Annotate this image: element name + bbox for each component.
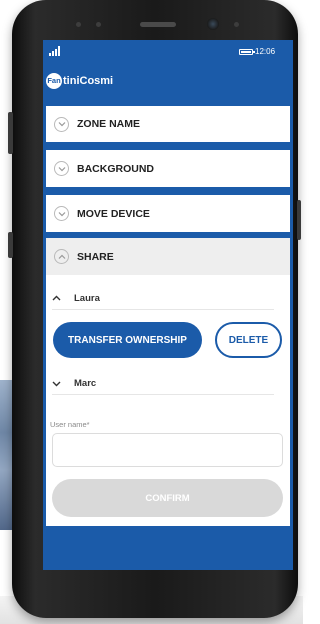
chevron-up-icon: [52, 295, 61, 300]
section-share[interactable]: SHARE: [46, 238, 290, 275]
phone-frame: 12:06 Fan tiniCosmi ZONE NAME BACKGROUND…: [12, 0, 298, 618]
confirm-button[interactable]: CONFIRM: [52, 479, 283, 517]
delete-button[interactable]: DELETE: [215, 322, 282, 358]
section-label: SHARE: [77, 250, 114, 263]
signal-icon: [49, 46, 60, 56]
app-screen: 12:06 Fan tiniCosmi ZONE NAME BACKGROUND…: [43, 40, 293, 570]
shared-user-row[interactable]: Laura: [52, 287, 274, 310]
chevron-down-icon: [52, 381, 61, 386]
section-zone-name[interactable]: ZONE NAME: [46, 106, 290, 142]
section-label: ZONE NAME: [77, 118, 140, 130]
logo-mark: Fan: [46, 72, 62, 89]
sensor-dot: [234, 22, 239, 27]
volume-button: [8, 112, 13, 154]
user-name-label: User name*: [50, 420, 90, 429]
section-move-device[interactable]: MOVE DEVICE: [46, 195, 290, 232]
chevron-down-icon: [54, 206, 69, 221]
section-label: MOVE DEVICE: [77, 207, 150, 220]
front-camera: [207, 18, 219, 30]
brand-logo: Fan tiniCosmi: [46, 72, 113, 89]
user-name-field[interactable]: [52, 433, 283, 467]
shared-user-name: Marc: [74, 377, 97, 389]
status-time: 12:06: [255, 47, 276, 56]
logo-text: tiniCosmi: [63, 74, 114, 87]
phone-bottom-bezel: [12, 570, 298, 618]
section-label: BACKGROUND: [77, 162, 154, 175]
chevron-up-icon: [54, 249, 69, 264]
power-button: [297, 200, 301, 240]
section-background[interactable]: BACKGROUND: [46, 150, 290, 187]
bixby-button: [8, 232, 13, 258]
sensor-dot: [76, 22, 81, 27]
share-panel: SHARE Laura TRANSFER OWNERSHIP DELETE Ma…: [46, 238, 290, 526]
battery-icon: [239, 49, 255, 55]
shared-user-row[interactable]: Marc: [52, 372, 274, 395]
sensor-dot: [96, 22, 101, 27]
chevron-down-icon: [54, 116, 69, 132]
chevron-down-icon: [54, 161, 69, 176]
status-bar: 12:06: [43, 40, 293, 62]
phone-top-bezel: [12, 0, 298, 40]
shared-user-name: Laura: [74, 292, 100, 304]
transfer-ownership-button[interactable]: TRANSFER OWNERSHIP: [53, 322, 202, 358]
earpiece-speaker: [140, 22, 176, 27]
